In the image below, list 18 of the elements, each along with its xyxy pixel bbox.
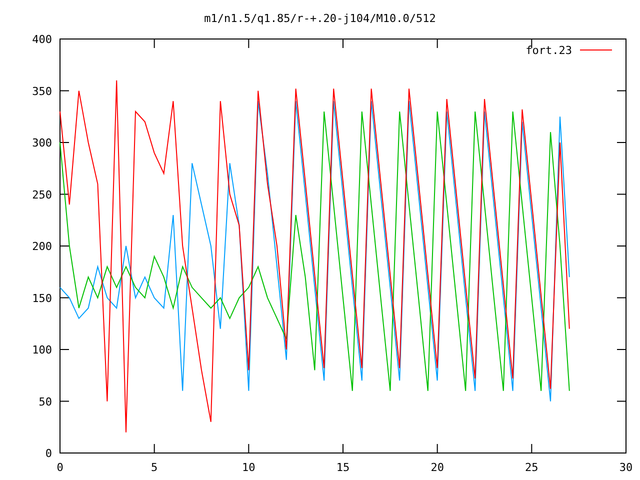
y-tick-label: 50 <box>38 395 52 408</box>
x-tick-label: 5 <box>151 461 158 474</box>
y-tick-label: 100 <box>32 344 52 356</box>
chart-title: m1/n1.5/q1.85/r-+.20-j104/M10.0/512 <box>204 12 436 25</box>
y-tick-label: 400 <box>32 33 52 46</box>
y-tick-label: 200 <box>32 240 52 253</box>
x-tick-label: 15 <box>336 461 350 474</box>
y-tick-label: 250 <box>32 188 52 202</box>
x-tick-label: 10 <box>242 461 256 474</box>
y-tick-label: 150 <box>32 292 52 305</box>
x-tick-label: 25 <box>525 461 538 474</box>
legend-label: fort.23 <box>526 44 572 57</box>
y-tick-label: 0 <box>45 447 52 460</box>
y-tick-label: 300 <box>32 136 52 150</box>
y-tick-label: 350 <box>32 84 52 98</box>
x-tick-label: 30 <box>619 461 633 474</box>
x-tick-label: 20 <box>430 461 444 474</box>
x-tick-label: 0 <box>56 461 64 474</box>
